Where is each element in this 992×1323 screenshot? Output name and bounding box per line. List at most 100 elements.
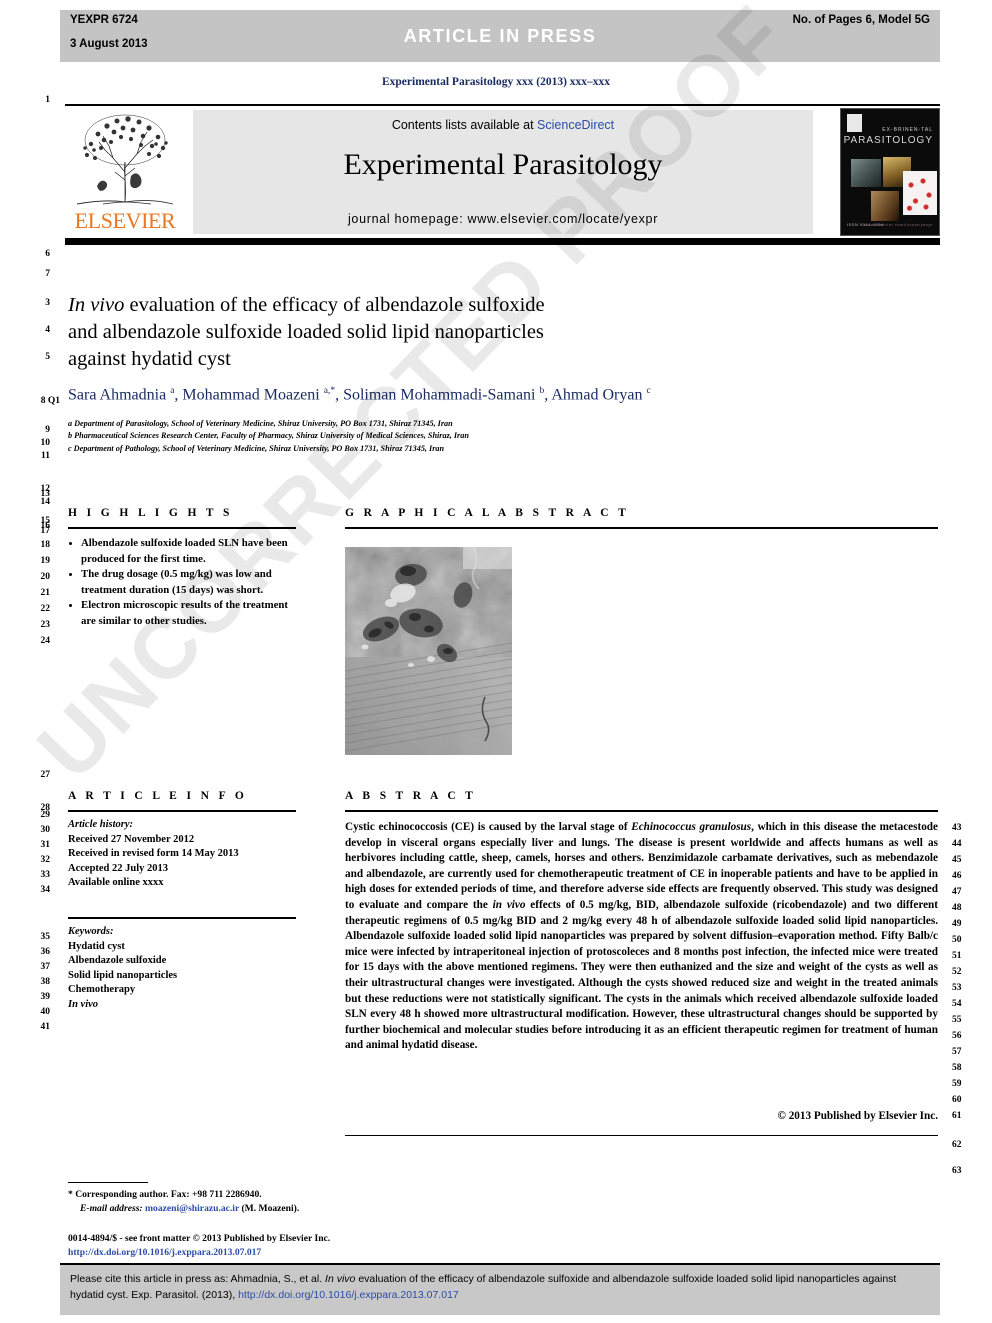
keywords-block: Keywords: Hydatid cyst Albendazole sulfo…: [68, 925, 303, 1013]
line-number: 53: [952, 983, 962, 993]
highlights-list: Albendazole sulfoxide loaded SLN have be…: [68, 536, 303, 630]
line-number: 7: [45, 269, 50, 279]
running-head: Experimental Parasitology xxx (2013) xxx…: [381, 76, 611, 88]
abstract-text: Cystic echinococcosis (CE) is caused by …: [345, 820, 938, 1054]
line-number: 14: [40, 497, 51, 507]
line-number: 50: [952, 935, 962, 945]
proof-header-bar: YEXPR 6724 3 August 2013 ARTICLE IN PRES…: [60, 10, 940, 62]
line-number: 30: [40, 825, 51, 835]
history-accepted: Accepted 22 July 2013: [68, 862, 169, 874]
line-number: 41: [40, 1022, 51, 1032]
line-number: 51: [952, 951, 962, 961]
line-number: 49: [952, 919, 962, 929]
cover-badge-icon: [847, 114, 862, 132]
abstract-species-name: Echinococcus granulosus: [631, 821, 752, 833]
article-info-rule: [68, 810, 296, 812]
line-number: 61: [952, 1111, 962, 1121]
line-number: 29: [40, 810, 51, 820]
line-number: 22: [40, 604, 51, 614]
line-number: 52: [952, 967, 962, 977]
highlights-heading: H I G H L I G H T S: [68, 507, 233, 519]
line-number: 5: [45, 352, 50, 362]
line-number: 56: [952, 1031, 962, 1041]
line-number: 44: [952, 839, 962, 849]
graphical-abstract-image: [345, 547, 512, 755]
masthead-top-rule: [65, 104, 940, 106]
elsevier-logo: ELSEVIER: [65, 108, 185, 236]
history-revised: Received in revised form 14 May 2013: [68, 848, 239, 860]
cite-doi-link[interactable]: http://dx.doi.org/10.1016/j.exppara.2013…: [238, 1289, 459, 1301]
list-item: Albendazole sulfoxide loaded SLN have be…: [81, 536, 303, 567]
page-title: In vivo evaluation of the efficacy of al…: [68, 292, 668, 373]
line-number: 36: [40, 947, 51, 957]
imprint-line: 0014-4894/$ - see front matter © 2013 Pu…: [68, 1233, 331, 1244]
line-number: 20: [40, 572, 51, 582]
history-online: Available online xxxx: [68, 877, 164, 889]
cite-italic: In vivo: [325, 1273, 356, 1285]
title-line-3: against hydatid cyst: [68, 348, 231, 370]
article-history: Article history: Received 27 November 20…: [68, 818, 303, 891]
masthead-bottom-rule: [65, 238, 940, 245]
corresponding-marker: *: [68, 1189, 73, 1200]
line-number: 37: [40, 962, 51, 972]
line-number: 47: [952, 887, 962, 897]
abstract-part-3: effects of 0.5 mg/kg, BID, albendazole s…: [345, 898, 939, 1052]
author-list: Sara Ahmadnia a, Mohammad Moazeni a,*, S…: [68, 386, 651, 404]
list-item: Electron microscopic results of the trea…: [81, 598, 303, 629]
abstract-part-1: Cystic echinococcosis (CE) is caused by …: [345, 821, 632, 833]
line-number: 32: [40, 855, 51, 865]
line-number: 35: [40, 932, 51, 942]
elsevier-tree-icon: [76, 114, 174, 205]
title-italic-invivo: In vivo: [68, 294, 125, 316]
keyword-item: Chemotherapy: [68, 984, 136, 996]
keywords-label: Keywords:: [68, 926, 114, 937]
line-number: 19: [40, 556, 51, 566]
list-item: The drug dosage (0.5 mg/kg) was low and …: [81, 567, 303, 598]
graphical-abstract-heading: G R A P H I C A L A B S T R A C T: [345, 507, 630, 519]
electron-micrograph: [345, 547, 512, 755]
line-number: 38: [40, 977, 51, 987]
line-number: 4: [45, 325, 50, 335]
journal-homepage[interactable]: journal homepage: www.elsevier.com/locat…: [193, 212, 813, 226]
email-owner: (M. Moazeni).: [241, 1203, 300, 1214]
article-in-press-banner: ARTICLE IN PRESS: [403, 26, 597, 46]
line-number: 58: [952, 1063, 962, 1073]
line-number: 10: [40, 438, 51, 448]
line-number: 23: [40, 620, 51, 630]
doi-link[interactable]: http://dx.doi.org/10.1016/j.exppara.2013…: [68, 1247, 261, 1258]
line-number: 21: [40, 588, 51, 598]
affiliation-b: b Pharmaceutical Sciences Research Cente…: [68, 431, 469, 441]
contents-line: Contents lists available at ScienceDirec…: [193, 118, 813, 132]
imprint-block: 0014-4894/$ - see front matter © 2013 Pu…: [68, 1232, 568, 1259]
line-number: 11: [41, 451, 50, 461]
journal-cover-thumbnail: EX-BRINEN-TAL PARASITOLOGY ISSN 0014-489…: [840, 108, 940, 236]
elsevier-wordmark: ELSEVIER: [74, 208, 176, 233]
line-number: 46: [952, 871, 962, 881]
affiliation-a: a Department of Parasitology, School of …: [68, 419, 453, 428]
line-number: 1: [45, 95, 50, 105]
line-number: 55: [952, 1015, 962, 1025]
graphical-abstract-rule: [345, 527, 938, 529]
abstract-bottom-rule: [345, 1135, 938, 1136]
corresponding-author-note: * Corresponding author. Fax: +98 711 228…: [68, 1188, 488, 1216]
contents-prefix: Contents lists available at: [391, 118, 538, 132]
pages-model-note: No. of Pages 6, Model 5G: [792, 14, 930, 26]
line-number: 62: [952, 1140, 962, 1150]
keyword-item: Albendazole sulfoxide: [68, 955, 167, 967]
line-number: 45: [952, 855, 962, 865]
line-number: 60: [952, 1095, 962, 1105]
line-number: 24: [40, 636, 51, 646]
journal-id: YEXPR 6724: [70, 14, 138, 26]
article-info-heading: A R T I C L E I N F O: [68, 790, 248, 802]
email-link[interactable]: moazeni@shirazu.ac.ir: [145, 1203, 239, 1214]
line-number: 39: [40, 992, 51, 1002]
article-history-label: Article history:: [68, 819, 134, 830]
abstract-copyright: © 2013 Published by Elsevier Inc.: [777, 1110, 938, 1122]
line-number-q1: 8 Q1: [40, 396, 60, 406]
article-first-page: YEXPR 6724 3 August 2013 ARTICLE IN PRES…: [0, 0, 992, 1323]
line-number: 57: [952, 1047, 962, 1057]
sciencedirect-link[interactable]: ScienceDirect: [537, 118, 614, 132]
cite-text: Please cite this article in press as: Ah…: [70, 1271, 930, 1303]
email-label: E-mail address:: [80, 1203, 143, 1214]
corresponding-text: Corresponding author. Fax: +98 711 22869…: [75, 1189, 262, 1200]
